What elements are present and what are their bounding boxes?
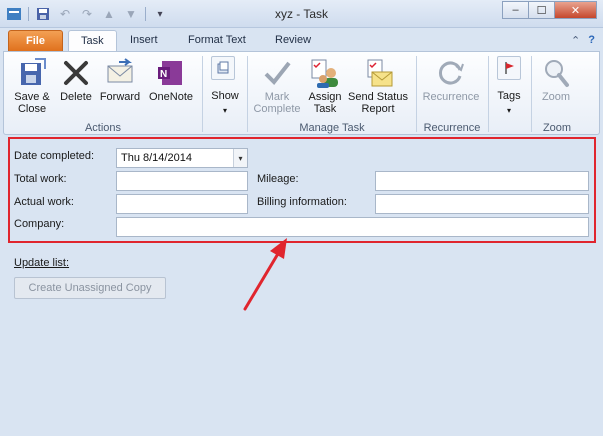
billing-information-field[interactable]: [375, 194, 589, 214]
show-icon-button[interactable]: [211, 56, 235, 80]
show-icon: [217, 61, 229, 74]
total-work-field[interactable]: [116, 171, 248, 191]
date-completed-field[interactable]: Thu 8/14/2014 ▾: [116, 148, 248, 168]
save-close-icon: [10, 55, 54, 91]
assign-task-label-1: Assign: [308, 91, 342, 103]
mark-complete-label-2: Complete: [253, 103, 301, 115]
tags-dropdown-icon: ▾: [506, 106, 511, 115]
chevron-down-icon[interactable]: ▾: [233, 149, 247, 167]
tab-review[interactable]: Review: [263, 30, 323, 52]
tab-format-text[interactable]: Format Text: [176, 30, 258, 52]
billing-information-label: Billing information:: [257, 196, 347, 208]
tab-task[interactable]: Task: [68, 30, 117, 52]
save-close-button[interactable]: Save & Close: [10, 55, 54, 115]
total-work-label: Total work:: [14, 173, 67, 185]
group-separator: [531, 56, 532, 132]
group-separator: [247, 56, 248, 132]
show-label: Show: [211, 90, 239, 102]
title-bar: ↶ ↷ ▲ ▼ ▾ xyz - Task – ☐ ✕: [0, 0, 603, 28]
date-completed-label: Date completed:: [14, 150, 95, 162]
tags-label: Tags: [497, 90, 521, 102]
magnifier-icon: [534, 55, 578, 91]
show-dropdown-icon: ▾: [222, 106, 227, 115]
assign-task-label-2: Task: [313, 103, 337, 115]
mark-complete-label-1: Mark: [264, 91, 290, 103]
actual-work-label: Actual work:: [14, 196, 74, 208]
onenote-label: OneNote: [148, 91, 194, 103]
maximize-button[interactable]: ☐: [528, 1, 554, 19]
save-close-label-1: Save &: [14, 91, 50, 103]
group-separator: [488, 56, 489, 132]
window-controls: – ☐ ✕: [502, 1, 597, 19]
help-icon[interactable]: ?: [588, 34, 595, 47]
forward-button[interactable]: Forward: [97, 55, 143, 103]
send-status-report-icon: [346, 55, 410, 91]
onenote-button[interactable]: N OneNote: [146, 55, 196, 103]
create-unassigned-copy-button[interactable]: Create Unassigned Copy: [14, 277, 166, 299]
actual-work-field[interactable]: [116, 194, 248, 214]
group-separator: [416, 56, 417, 132]
save-close-label-2: Close: [17, 103, 47, 115]
zoom-label: Zoom: [541, 91, 571, 103]
flag-icon: [505, 62, 514, 74]
annotation-arrow-icon: [243, 238, 287, 311]
delete-label: Delete: [60, 91, 92, 103]
mileage-field[interactable]: [375, 171, 589, 191]
minimize-button[interactable]: –: [502, 1, 528, 19]
collapse-ribbon-icon[interactable]: ⌃: [571, 34, 580, 47]
close-button[interactable]: ✕: [554, 1, 597, 19]
group-label-recurrence: Recurrence: [423, 122, 481, 134]
group-label-manage-task: Manage Task: [299, 122, 365, 134]
tab-row-icons: ⌃ ?: [571, 34, 595, 47]
mark-complete-button[interactable]: Mark Complete: [251, 55, 303, 115]
recurrence-label: Recurrence: [422, 91, 480, 103]
tags-icon-button[interactable]: [497, 56, 521, 80]
checkmark-icon: [251, 55, 303, 91]
mileage-label: Mileage:: [257, 173, 299, 185]
tab-insert[interactable]: Insert: [118, 30, 170, 52]
zoom-button[interactable]: Zoom: [534, 55, 578, 103]
delete-button[interactable]: Delete: [56, 55, 96, 103]
company-label: Company:: [14, 218, 65, 230]
ribbon-tabs: File Task Insert Format Text Review ⌃ ?: [0, 28, 603, 52]
send-status-label-1: Send Status: [348, 91, 408, 103]
company-field[interactable]: [116, 217, 589, 237]
show-button[interactable]: Show ▾: [206, 90, 244, 117]
send-status-report-button[interactable]: Send Status Report: [346, 55, 410, 115]
forward-label: Forward: [99, 91, 141, 103]
send-status-label-2: Report: [361, 103, 395, 115]
recurrence-button[interactable]: Recurrence: [419, 55, 483, 103]
delete-icon: [56, 55, 96, 91]
update-list-label: Update list:: [14, 257, 70, 269]
group-label-actions: Actions: [84, 122, 122, 134]
svg-text:N: N: [160, 69, 167, 80]
date-completed-value: Thu 8/14/2014: [121, 152, 192, 164]
forward-icon: [97, 55, 143, 91]
recurrence-icon: [419, 55, 483, 91]
ribbon: Save & Close Delete Forward N OneNote Ac…: [3, 51, 600, 135]
tab-file[interactable]: File: [8, 30, 63, 52]
assign-task-icon: [304, 55, 346, 91]
group-separator: [202, 56, 203, 132]
tags-button[interactable]: Tags ▾: [491, 90, 527, 117]
group-label-zoom: Zoom: [542, 122, 572, 134]
assign-task-button[interactable]: Assign Task: [304, 55, 346, 115]
onenote-icon: N: [146, 55, 196, 91]
